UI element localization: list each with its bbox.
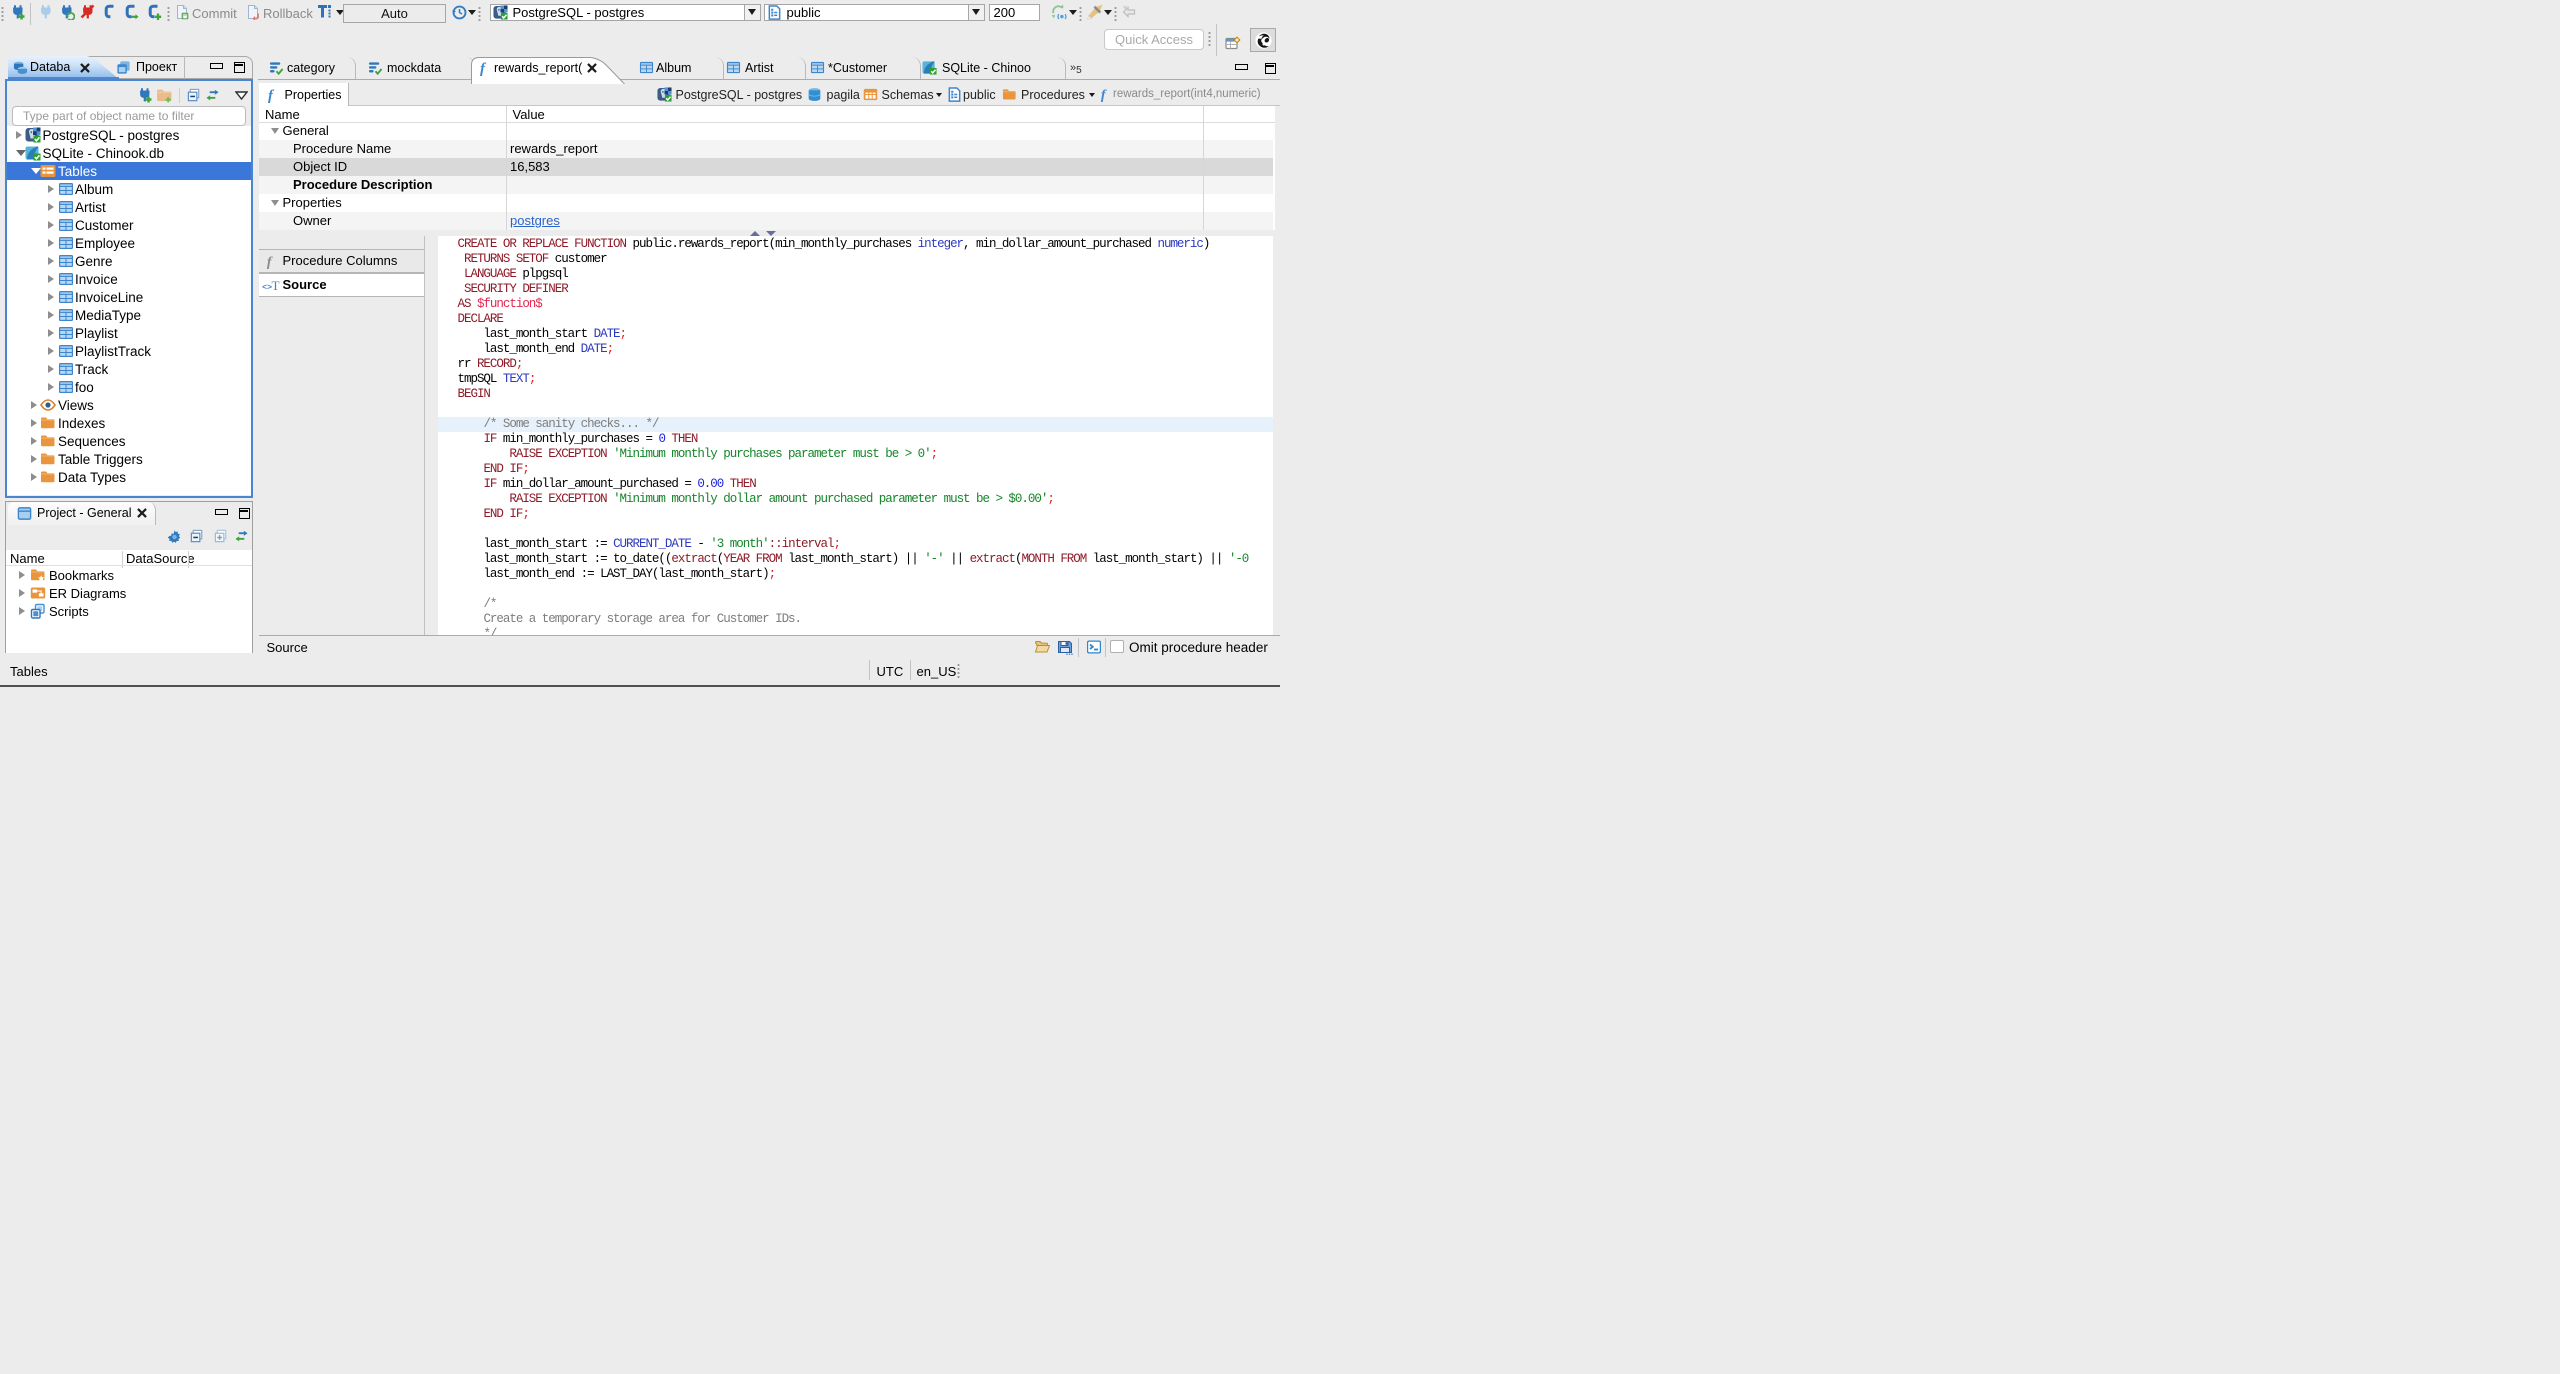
svg-text:T: T (271, 278, 279, 293)
svg-text:f: f (267, 254, 273, 269)
svg-text:<>: <> (262, 281, 272, 291)
